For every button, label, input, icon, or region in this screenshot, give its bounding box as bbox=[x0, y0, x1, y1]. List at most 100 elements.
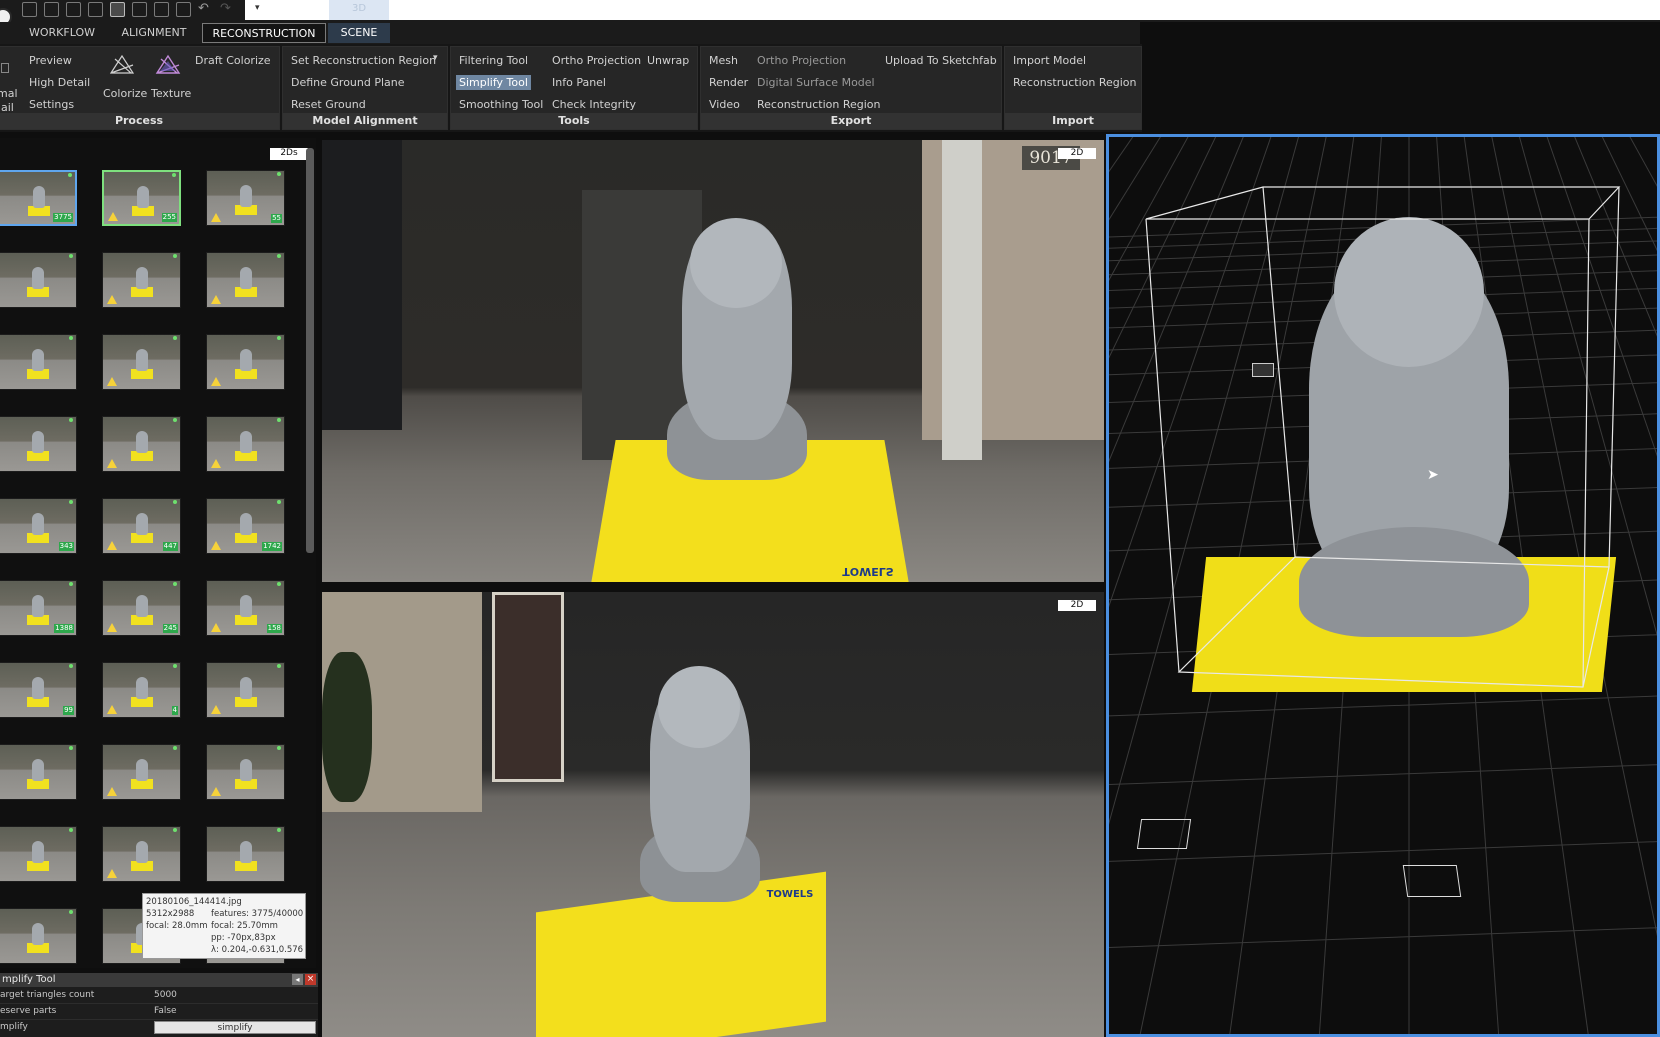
tooltip-focal-2: focal: 25.70mm bbox=[211, 921, 278, 931]
texture-icon[interactable] bbox=[155, 53, 181, 77]
status-dot-icon bbox=[69, 910, 73, 914]
layout-2-icon[interactable] bbox=[44, 2, 59, 17]
simplify-button[interactable]: simplify bbox=[154, 1021, 316, 1034]
layout-8-icon[interactable] bbox=[176, 2, 191, 17]
tab-reconstruction[interactable]: RECONSTRUCTION bbox=[202, 23, 326, 43]
image-thumbnail[interactable] bbox=[102, 334, 181, 390]
target-triangles-field[interactable]: 5000 bbox=[154, 990, 177, 1000]
image-thumbnail[interactable] bbox=[102, 826, 181, 882]
image-thumbnail[interactable] bbox=[206, 252, 285, 308]
undo-icon[interactable]: ↶ bbox=[198, 1, 209, 16]
image-thumbnail[interactable]: 3775 bbox=[0, 170, 77, 226]
export-reconstruction-region-button[interactable]: Reconstruction Region bbox=[757, 98, 880, 111]
image-thumbnail[interactable] bbox=[206, 826, 285, 882]
preserve-parts-field[interactable]: False bbox=[154, 1006, 177, 1016]
image-thumbnail[interactable]: 1742 bbox=[206, 498, 285, 554]
close-icon[interactable]: × bbox=[305, 974, 316, 985]
statue-shape bbox=[240, 841, 252, 863]
layout-5-icon[interactable] bbox=[110, 2, 125, 17]
status-dot-icon bbox=[69, 746, 73, 750]
import-group: Import Model Reconstruction Region Impor… bbox=[1004, 46, 1142, 130]
filtering-tool-button[interactable]: Filtering Tool bbox=[459, 54, 528, 67]
redo-icon[interactable]: ↷ bbox=[220, 1, 231, 16]
info-panel-button[interactable]: Info Panel bbox=[552, 76, 606, 89]
layout-7-icon[interactable] bbox=[154, 2, 169, 17]
camera-frustum-1-icon[interactable] bbox=[1136, 819, 1192, 849]
camera-frustum-2-icon[interactable] bbox=[1402, 865, 1462, 897]
image-thumbnail[interactable]: 343 bbox=[0, 498, 77, 554]
view-2d-badge-top[interactable]: 2D bbox=[1058, 148, 1096, 159]
layout-dropdown[interactable]: ▾ bbox=[245, 0, 329, 20]
image-thumbnail[interactable] bbox=[206, 416, 285, 472]
ortho-projection-tool-button[interactable]: Ortho Projection bbox=[552, 54, 641, 67]
images-scrollbar[interactable] bbox=[306, 148, 314, 553]
image-thumbnail[interactable]: 4 bbox=[102, 662, 181, 718]
image-thumbnail[interactable]: 255 bbox=[102, 170, 181, 226]
image-thumbnail[interactable] bbox=[102, 744, 181, 800]
layout-1-icon[interactable] bbox=[22, 2, 37, 17]
reset-ground-button[interactable]: Reset Ground bbox=[291, 98, 366, 111]
preview-button[interactable]: Preview bbox=[29, 54, 72, 67]
image-thumbnail[interactable] bbox=[206, 334, 285, 390]
photo-view-bottom[interactable]: 2D TOWELS bbox=[322, 592, 1104, 1037]
image-thumbnail[interactable] bbox=[206, 662, 285, 718]
upload-sketchfab-button[interactable]: Upload To Sketchfab bbox=[885, 54, 997, 67]
export-mesh-button[interactable]: Mesh bbox=[709, 54, 738, 67]
image-thumbnail[interactable]: 447 bbox=[102, 498, 181, 554]
simplify-tool-button[interactable]: Simplify Tool bbox=[456, 75, 531, 90]
tab-workflow[interactable]: WORKFLOW bbox=[18, 23, 106, 43]
statue-shape bbox=[32, 349, 44, 371]
image-thumbnail[interactable] bbox=[0, 826, 77, 882]
unwrap-button[interactable]: Unwrap bbox=[647, 54, 689, 67]
texture-button[interactable]: Texture bbox=[151, 87, 191, 100]
view-3d-toggle[interactable]: 3D bbox=[329, 0, 389, 20]
draft-colorize-button[interactable]: Draft Colorize bbox=[195, 54, 271, 67]
image-thumbnail[interactable] bbox=[0, 416, 77, 472]
statue-shape bbox=[136, 431, 148, 453]
export-render-button[interactable]: Render bbox=[709, 76, 748, 89]
reconstruction-region-box[interactable] bbox=[1109, 137, 1660, 1037]
chevron-down-icon[interactable]: ▾ bbox=[433, 53, 438, 63]
check-integrity-button[interactable]: Check Integrity bbox=[552, 98, 636, 111]
image-thumbnail[interactable]: 1388 bbox=[0, 580, 77, 636]
image-thumbnail[interactable] bbox=[0, 334, 77, 390]
image-thumbnail[interactable] bbox=[102, 416, 181, 472]
colorize-icon[interactable] bbox=[109, 53, 135, 77]
statue-shape bbox=[33, 186, 45, 208]
3d-scene-view[interactable]: ➤ bbox=[1106, 134, 1660, 1037]
import-reconstruction-region-button[interactable]: Reconstruction Region bbox=[1013, 76, 1136, 89]
image-thumbnail[interactable] bbox=[206, 744, 285, 800]
view-2d-badge-bottom[interactable]: 2D bbox=[1058, 600, 1096, 611]
image-thumbnail[interactable] bbox=[0, 252, 77, 308]
export-video-button[interactable]: Video bbox=[709, 98, 740, 111]
image-thumbnail[interactable]: 245 bbox=[102, 580, 181, 636]
tab-scene[interactable]: SCENE bbox=[328, 23, 390, 43]
image-thumbnail[interactable]: 99 bbox=[0, 662, 77, 718]
pin-icon[interactable]: ◂ bbox=[292, 974, 303, 985]
tab-alignment[interactable]: ALIGNMENT bbox=[110, 23, 198, 43]
export-dsm-button[interactable]: Digital Surface Model bbox=[757, 76, 875, 89]
feature-count-badge: 245 bbox=[162, 624, 178, 633]
settings-button[interactable]: Settings bbox=[29, 98, 74, 111]
layout-6-icon[interactable] bbox=[132, 2, 147, 17]
define-ground-plane-button[interactable]: Define Ground Plane bbox=[291, 76, 405, 89]
image-thumbnail[interactable]: 55 bbox=[206, 170, 285, 226]
export-ortho-projection-button[interactable]: Ortho Projection bbox=[757, 54, 846, 67]
status-dot-icon bbox=[277, 418, 281, 422]
image-thumbnail[interactable]: 158 bbox=[206, 580, 285, 636]
high-detail-button[interactable]: High Detail bbox=[29, 76, 90, 89]
image-thumbnail[interactable] bbox=[102, 252, 181, 308]
normal-detail-label-1[interactable]: mal bbox=[0, 87, 18, 100]
smoothing-tool-button[interactable]: Smoothing Tool bbox=[459, 98, 543, 111]
image-thumbnail[interactable] bbox=[0, 908, 77, 964]
layout-3-icon[interactable] bbox=[66, 2, 81, 17]
image-thumbnail[interactable] bbox=[0, 744, 77, 800]
colorize-button[interactable]: Colorize bbox=[103, 87, 147, 100]
region-handle-icon[interactable] bbox=[1252, 363, 1274, 377]
photo-view-top[interactable]: 9017 2D TOWELS bbox=[322, 140, 1104, 582]
import-model-button[interactable]: Import Model bbox=[1013, 54, 1086, 67]
set-reconstruction-region-button[interactable]: Set Reconstruction Region bbox=[291, 54, 436, 67]
layout-4-icon[interactable] bbox=[88, 2, 103, 17]
view-2ds-badge[interactable]: 2Ds bbox=[270, 148, 308, 160]
status-dot-icon bbox=[173, 828, 177, 832]
